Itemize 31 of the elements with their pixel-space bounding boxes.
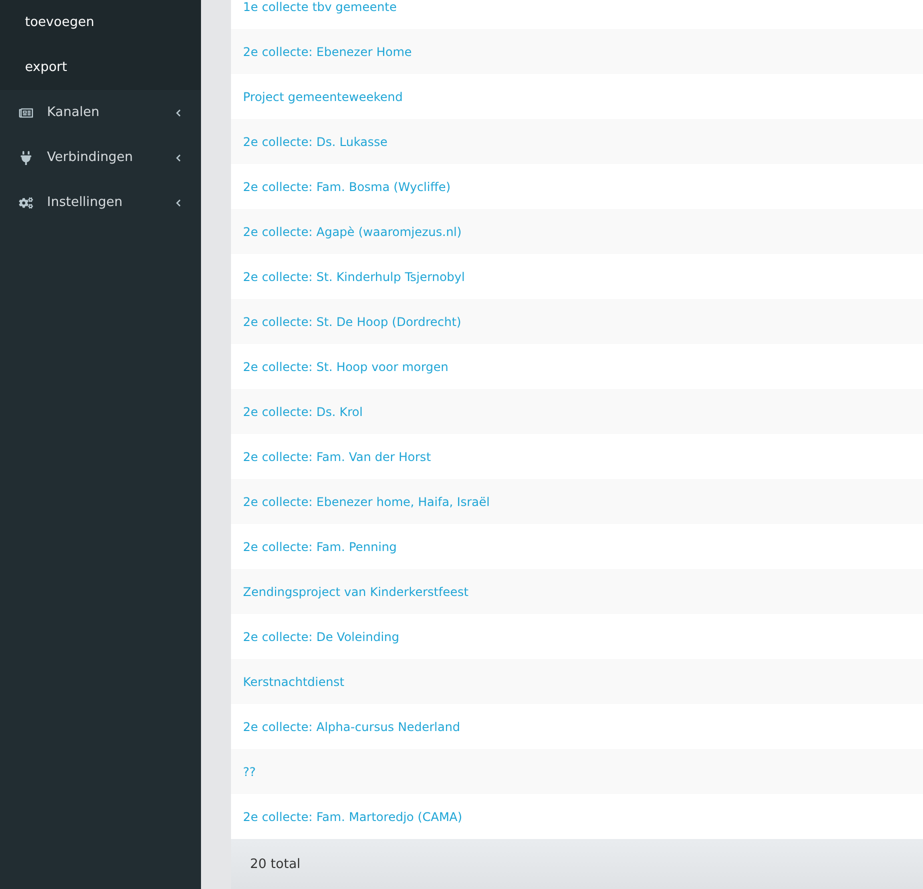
sidebar-item[interactable]: Kanalen [0, 90, 201, 135]
gears-icon [19, 196, 33, 210]
table-link[interactable]: 2e collecte: Alpha-cursus Nederland [243, 720, 460, 734]
submenu-item[interactable]: export [0, 45, 201, 90]
table-link[interactable]: 2e collecte: Agapè (waaromjezus.nl) [243, 224, 462, 238]
table-link[interactable]: 2e collecte: Fam. Penning [243, 540, 397, 554]
table-link[interactable]: 1e collecte tbv gemeente [243, 0, 397, 14]
caret-icon [175, 198, 181, 206]
table-link[interactable]: Zendingsproject van Kinderkerstfeest [243, 584, 468, 598]
plug-icon [19, 150, 33, 164]
table-link[interactable]: 2e collecte: Fam. Van der Horst [243, 450, 431, 464]
newspaper-icon [19, 106, 33, 120]
sidebar-item[interactable]: Verbindingen [0, 135, 201, 180]
sidebar-item[interactable]: Instellingen [0, 180, 201, 225]
table-link[interactable]: 2e collecte: St. Kinderhulp Tsjernobyl [243, 270, 465, 284]
caret-icon [175, 154, 181, 162]
table-link[interactable]: 2e collecte: Ebenezer home, Haifa, Israël [243, 494, 490, 508]
table-link[interactable]: 2e collecte: Ebenezer Home [243, 44, 412, 58]
table-link[interactable]: 2e collecte: St. Hoop voor morgen [243, 360, 448, 374]
submenu-item[interactable]: toevoegen [0, 0, 201, 45]
table-link[interactable]: 2e collecte: De Voleinding [243, 630, 400, 644]
table-link[interactable]: 2e collecte: Ds. Lukasse [243, 134, 388, 148]
table-link[interactable]: 2e collecte: Fam. Bosma (Wycliffe) [243, 180, 451, 194]
total-count: 20 total [250, 856, 300, 872]
table-link[interactable]: ?? [243, 764, 256, 778]
caret-icon [175, 108, 181, 116]
table-link[interactable]: Kerstnachtdienst [243, 674, 344, 688]
table-link[interactable]: 2e collecte: St. De Hoop (Dordrecht) [243, 314, 462, 328]
table-link[interactable]: 2e collecte: Ds. Krol [243, 404, 363, 418]
table-link[interactable]: 2e collecte: Fam. Martoredjo (CAMA) [243, 810, 462, 824]
table-link[interactable]: Project gemeenteweekend [243, 90, 403, 104]
